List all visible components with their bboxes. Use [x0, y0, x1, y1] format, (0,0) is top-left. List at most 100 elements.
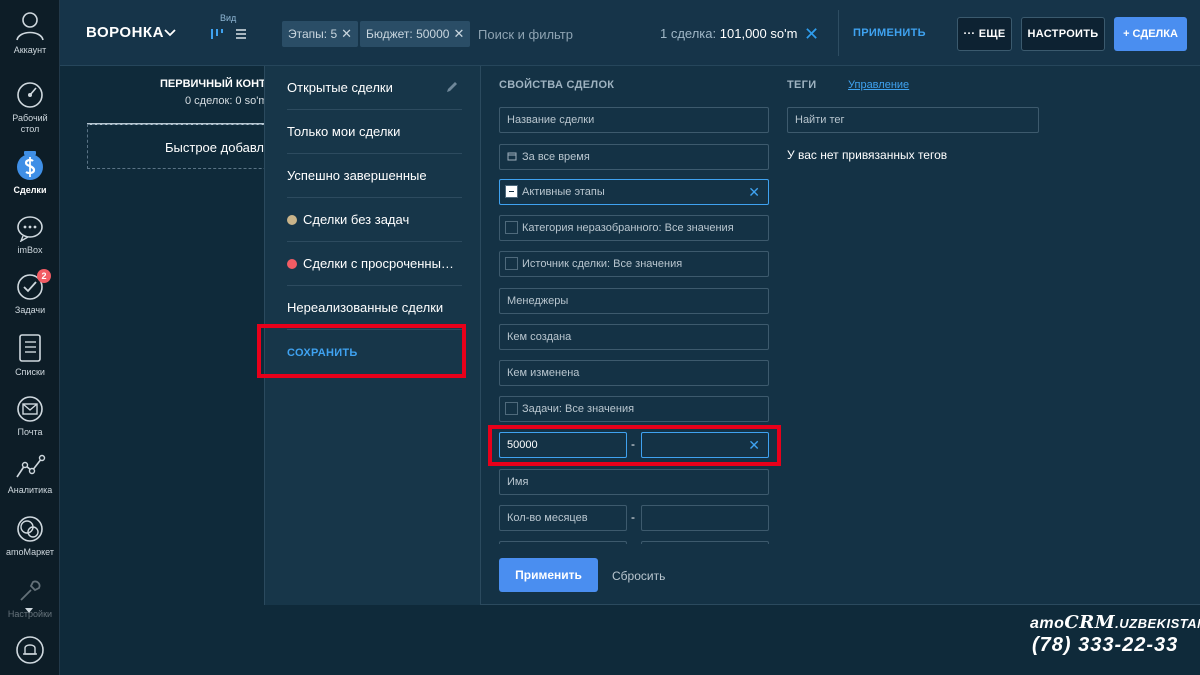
rail-label: Почта — [17, 427, 43, 437]
tasks-count-badge: 2 — [37, 269, 51, 283]
highlight-budget-range — [488, 425, 781, 466]
managers-field[interactable]: Менеджеры — [499, 288, 769, 314]
preset-label: Успешно завершенные — [287, 168, 427, 183]
list-view-icon[interactable] — [234, 27, 248, 41]
left-navigation-rail: Аккаунт Рабочий стол Сделки imBox 2 Зада… — [0, 0, 60, 675]
brand-watermark: amoCRM.UZBEKISTAN — [1030, 612, 1200, 633]
field-label: Источник сделки: Все значения — [522, 258, 683, 270]
preset-label: Сделки с просроченными задачами — [303, 256, 462, 271]
highlight-save — [257, 324, 466, 378]
divider — [838, 10, 839, 56]
preset-my-deals[interactable]: Только мои сделки — [287, 110, 462, 154]
rail-label: Аналитика — [7, 485, 53, 495]
rail-label: amoМаркет — [6, 547, 54, 557]
category-field[interactable]: Категория неразобранного: Все значения — [499, 215, 769, 241]
months-from-input[interactable]: Кол-во месяцев — [499, 505, 627, 531]
kanban-view-icon[interactable] — [210, 27, 224, 41]
brand-suffix: .UZBEKISTAN — [1115, 616, 1200, 631]
field-label: За все время — [522, 151, 590, 163]
period-field[interactable]: За все время — [499, 144, 769, 170]
more-button[interactable]: ··· ЕЩЕ — [957, 17, 1012, 51]
summary-value: 101,000 so'm — [719, 26, 798, 41]
rail-scroll-down-icon[interactable] — [25, 608, 33, 613]
rail-label: Списки — [15, 367, 45, 377]
rail-item-tasks[interactable]: 2 Задачи — [0, 269, 60, 316]
stages-field[interactable]: Активные этапы ✕ — [499, 179, 769, 205]
rail-item-deals[interactable]: Сделки — [0, 150, 60, 196]
preset-no-tasks[interactable]: Сделки без задач — [287, 198, 462, 242]
rail-label: Аккаунт — [13, 45, 47, 55]
calendar-icon — [507, 152, 517, 161]
brand-amo: amo — [1030, 615, 1065, 632]
tag-search-input[interactable]: Найти тег — [787, 107, 1039, 133]
tasks-field[interactable]: Задачи: Все значения — [499, 396, 769, 422]
contact-name-field[interactable]: Имя — [499, 469, 769, 495]
field-label: Категория неразобранного: Все значения — [522, 222, 734, 234]
summary-prefix: 1 сделка: — [660, 26, 717, 41]
panel-footer-mask — [481, 544, 1200, 545]
lists-icon — [19, 334, 41, 362]
close-icon[interactable]: ✕ — [453, 26, 464, 41]
tags-title: ТЕГИ — [787, 79, 817, 91]
filter-chip-budget[interactable]: Бюджет: 50000 ✕ — [360, 21, 471, 47]
rail-item-dashboard[interactable]: Рабочий стол — [0, 80, 60, 135]
pencil-icon[interactable] — [445, 80, 459, 94]
avatar-icon — [16, 12, 44, 41]
chip-label: Этапы: 5 — [288, 27, 338, 41]
rail-item-settings[interactable]: Настройки — [0, 576, 60, 620]
source-field[interactable]: Источник сделки: Все значения — [499, 251, 769, 277]
clear-filter-icon[interactable]: ✕ — [804, 25, 819, 43]
rail-label: imBox — [17, 245, 43, 255]
status-dot — [287, 259, 297, 269]
close-icon[interactable]: ✕ — [341, 26, 352, 41]
kanban-board: ПЕРВИЧНЫЙ КОНТАКТ 0 сделок: 0 so'm Быстр… — [60, 66, 297, 606]
checkbox-partial[interactable] — [505, 185, 518, 198]
market-icon — [17, 516, 43, 542]
created-by-field[interactable]: Кем создана — [499, 324, 769, 350]
tags-empty-text: У вас нет привязанных тегов — [787, 148, 948, 162]
apply-filter-link[interactable]: ПРИМЕНИТЬ — [853, 27, 926, 39]
modified-by-field[interactable]: Кем изменена — [499, 360, 769, 386]
preset-label: Сделки без задач — [303, 212, 410, 227]
rail-item-lists[interactable]: Списки — [0, 332, 60, 378]
bell-icon — [16, 636, 44, 664]
deal-name-field[interactable]: Название сделки — [499, 107, 769, 133]
rail-label: Сделки — [13, 185, 47, 195]
tags-manage-link[interactable]: Управление — [848, 79, 909, 91]
checkbox[interactable] — [505, 221, 518, 234]
preset-open-deals[interactable]: Открытые сделки — [287, 66, 462, 110]
configure-button[interactable]: НАСТРОИТЬ — [1021, 17, 1105, 51]
rail-item-imbox[interactable]: imBox — [0, 214, 60, 256]
pipeline-title[interactable]: ВОРОНКА — [86, 24, 164, 41]
months-to-input[interactable] — [641, 505, 769, 531]
rail-label: Рабочий стол — [12, 113, 48, 134]
brand-crm: CRM — [1064, 612, 1116, 633]
top-bar: ВОРОНКА Вид Этапы: 5 ✕ Бюджет: 50000 ✕ Пои… — [60, 0, 1200, 66]
settings-icon — [20, 580, 41, 601]
chevron-down-icon[interactable] — [163, 26, 177, 40]
column-summary: 0 сделок: 0 so'm — [185, 95, 268, 107]
close-icon[interactable]: ✕ — [748, 180, 760, 204]
deal-properties-title: СВОЙСТВА СДЕЛОК — [499, 79, 615, 91]
rail-item-notifications[interactable] — [0, 634, 60, 669]
preset-won-deals[interactable]: Успешно завершенные — [287, 154, 462, 198]
rail-item-account[interactable]: Аккаунт — [0, 8, 60, 56]
deals-icon — [17, 151, 43, 180]
checkbox[interactable] — [505, 257, 518, 270]
rail-item-mail[interactable]: Почта — [0, 394, 60, 438]
reset-button[interactable]: Сбросить — [612, 569, 665, 583]
mail-icon — [17, 396, 43, 422]
add-deal-button[interactable]: + СДЕЛКА — [1114, 17, 1187, 51]
filter-chip-stages[interactable]: Этапы: 5 ✕ — [282, 21, 359, 47]
rail-item-analytics[interactable]: Аналитика — [0, 452, 60, 496]
deals-summary: 1 сделка: 101,000 so'm — [660, 26, 797, 41]
checkbox[interactable] — [505, 402, 518, 415]
range-separator: - — [631, 510, 635, 524]
apply-button[interactable]: Применить — [499, 558, 598, 592]
status-dot — [287, 215, 297, 225]
preset-label: Нереализованные сделки — [287, 300, 444, 315]
field-label: Задачи: Все значения — [522, 403, 635, 415]
search-filter-input[interactable]: Поиск и фильтр — [478, 27, 573, 42]
rail-item-market[interactable]: amoМаркет — [0, 514, 60, 558]
preset-overdue-tasks[interactable]: Сделки с просроченными задачами — [287, 242, 462, 286]
